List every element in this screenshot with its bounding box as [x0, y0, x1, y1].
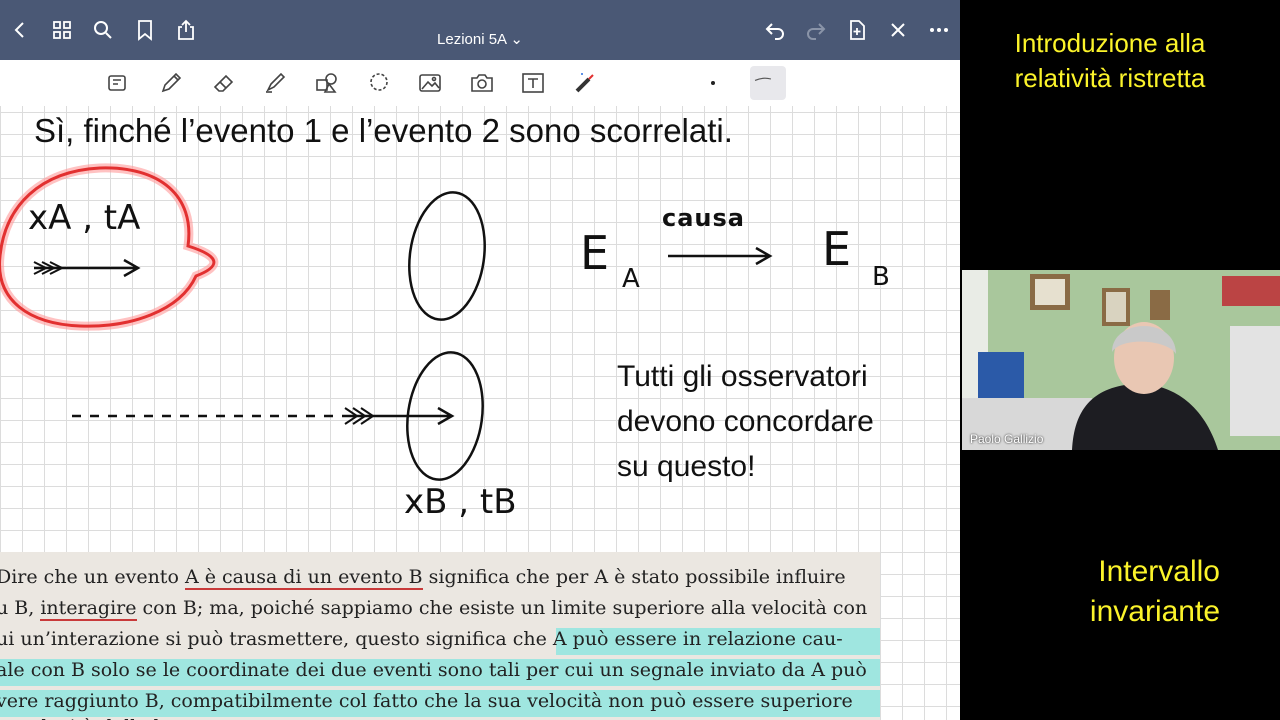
undo-icon[interactable] — [763, 18, 787, 42]
document-title[interactable]: Lezioni 5A ⌄ — [380, 0, 580, 60]
event-b-coordinates: xB , tB — [404, 482, 517, 522]
bookmark-icon[interactable] — [133, 18, 157, 42]
text-line: la velocità della luce. — [0, 712, 200, 720]
grid-icon[interactable] — [50, 18, 74, 42]
event-b-subscript: B — [872, 262, 890, 292]
back-icon[interactable] — [8, 18, 32, 42]
cause-label: causa — [662, 204, 745, 232]
event-a-subscript: A — [622, 264, 640, 294]
notebook-page[interactable]: Sì, finché l’evento 1 e l’evento 2 sono … — [0, 106, 960, 720]
lasso-icon[interactable] — [366, 70, 392, 96]
dot-size-icon[interactable] — [700, 70, 726, 96]
laser-pointer-icon[interactable] — [572, 70, 598, 96]
event-a-coordinates: xA , tA — [28, 198, 141, 238]
text-line: Dire che un evento A è causa di un event… — [0, 566, 846, 590]
share-icon[interactable] — [174, 18, 198, 42]
section-title: Intervallo invariante — [1089, 555, 1220, 628]
text-line: ui un’interazione si può trasmettere, qu… — [0, 628, 843, 650]
text-line: u B, interagire con B; ma, poiché sappia… — [0, 597, 868, 621]
shapes-icon[interactable] — [314, 70, 340, 96]
note-line: Tutti gli osservatori — [617, 360, 868, 393]
webcam-feed — [962, 270, 1280, 450]
pen-icon[interactable] — [158, 70, 184, 96]
close-icon[interactable] — [886, 18, 910, 42]
more-icon[interactable] — [927, 18, 951, 42]
event-a-label: E — [580, 226, 610, 280]
search-icon[interactable] — [91, 18, 115, 42]
stroke-style-icon[interactable] — [750, 66, 786, 100]
top-bar: Lezioni 5A ⌄ — [0, 0, 960, 60]
participant-video[interactable]: Paolo Gallizio — [962, 270, 1280, 450]
event-b-label: E — [822, 222, 852, 276]
keyboard-icon[interactable] — [104, 70, 130, 96]
eraser-icon[interactable] — [211, 70, 237, 96]
text-line: ale con B solo se le coordinate dei due … — [0, 659, 867, 681]
camera-icon[interactable] — [469, 70, 495, 96]
note-line: devono concordare — [617, 405, 874, 438]
course-title: Introduzione alla relatività ristretta — [1014, 28, 1206, 93]
add-page-icon[interactable] — [845, 18, 869, 42]
drawing-toolbar — [0, 60, 960, 107]
observers-note: Tutti gli osservatori devono concordare … — [617, 354, 874, 489]
image-icon[interactable] — [417, 70, 443, 96]
text-icon[interactable] — [520, 70, 546, 96]
textbook-excerpt: Dire che un evento A è causa di un event… — [0, 552, 880, 720]
redo-icon[interactable] — [804, 18, 828, 42]
participant-name: Paolo Gallizio — [970, 432, 1044, 446]
highlighter-icon[interactable] — [262, 70, 288, 96]
note-line: su questo! — [617, 450, 756, 483]
notes-app: Lezioni 5A ⌄ Sì, finché l’evento 1 e l’e… — [0, 0, 960, 720]
